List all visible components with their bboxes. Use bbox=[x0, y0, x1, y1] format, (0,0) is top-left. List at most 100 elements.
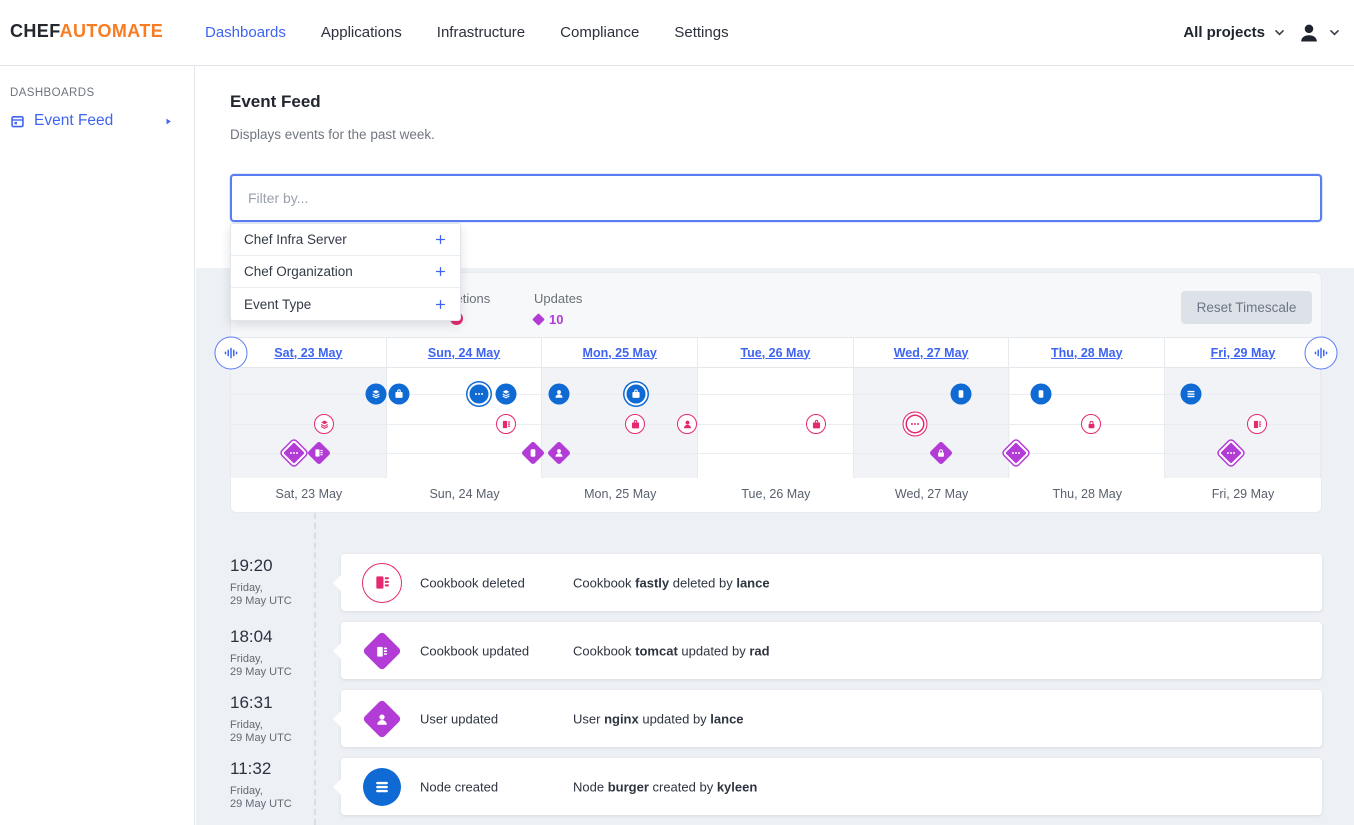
user-avatar-icon[interactable] bbox=[1298, 22, 1320, 44]
page-subtitle: Displays events for the past week. bbox=[230, 127, 435, 142]
event-card-node-created[interactable]: Node created Node burger created by kyle… bbox=[341, 758, 1322, 815]
timeline-scroll-left-button[interactable] bbox=[215, 337, 248, 370]
node-created-icon bbox=[362, 767, 402, 807]
timeline-marker-layers[interactable] bbox=[496, 384, 517, 405]
sidebar: DASHBOARDS Event Feed bbox=[0, 66, 195, 825]
grid-column-sat bbox=[231, 368, 387, 478]
dropdown-item-label: Chef Infra Server bbox=[244, 232, 347, 247]
event-card-user-updated[interactable]: User updated User nginx updated by lance bbox=[341, 690, 1322, 747]
timeline-marker-bag[interactable] bbox=[625, 383, 648, 406]
filter-bar bbox=[230, 174, 1322, 222]
nav-settings[interactable]: Settings bbox=[674, 24, 728, 41]
timeline-marker-layers[interactable] bbox=[366, 384, 387, 405]
timeline-marker-node[interactable] bbox=[951, 384, 972, 405]
plus-icon bbox=[434, 265, 447, 278]
chef-automate-logo[interactable]: CHEFAUTOMATE bbox=[10, 21, 163, 42]
user-updated-icon bbox=[362, 699, 402, 739]
day-header-tue[interactable]: Tue, 26 May bbox=[698, 338, 854, 367]
event-card-cookbook-deleted[interactable]: Cookbook deleted Cookbook fastly deleted… bbox=[341, 554, 1322, 611]
event-date: Friday,29 May UTC bbox=[230, 653, 314, 679]
event-description: Cookbook tomcat updated by rad bbox=[573, 643, 770, 658]
timeline-marker-user[interactable] bbox=[549, 384, 570, 405]
filter-input[interactable] bbox=[232, 176, 1320, 220]
cookbook-deleted-icon bbox=[362, 563, 402, 603]
nav-dashboards[interactable]: Dashboards bbox=[205, 24, 286, 41]
event-date: Friday,29 May UTC bbox=[230, 785, 314, 811]
axis-label-fri: Fri, 29 May bbox=[1165, 478, 1321, 512]
sidebar-item-label: Event Feed bbox=[34, 112, 113, 130]
event-description: Node burger created by kyleen bbox=[573, 779, 757, 794]
calendar-icon bbox=[10, 114, 25, 129]
timeline-marker-lock[interactable] bbox=[1081, 414, 1101, 434]
axis-label-sat: Sat, 23 May bbox=[231, 478, 387, 512]
day-header-sat[interactable]: Sat, 23 May bbox=[231, 338, 387, 367]
updates-count: 10 bbox=[534, 312, 582, 327]
day-header-wed[interactable]: Wed, 27 May bbox=[854, 338, 1010, 367]
plus-icon bbox=[434, 298, 447, 311]
timeline-marker-list[interactable] bbox=[1181, 384, 1202, 405]
timeline-marker-node[interactable] bbox=[1031, 384, 1052, 405]
logo-automate: AUTOMATE bbox=[60, 21, 164, 41]
axis-label-mon: Mon, 25 May bbox=[542, 478, 698, 512]
top-nav-bar: CHEFAUTOMATE Dashboards Applications Inf… bbox=[0, 0, 1354, 66]
timeline-marker-book[interactable] bbox=[1247, 414, 1267, 434]
gridline-updated-row bbox=[231, 453, 1321, 454]
updates-diamond-icon bbox=[532, 313, 545, 326]
event-time: 11:32 bbox=[230, 759, 314, 779]
grid-column-wed bbox=[854, 368, 1010, 478]
event-description: User nginx updated by lance bbox=[573, 711, 744, 726]
dropdown-item-chef-infra-server[interactable]: Chef Infra Server bbox=[231, 224, 460, 256]
chevron-down-icon[interactable] bbox=[1272, 25, 1287, 40]
timeline-axis: Sat, 23 May Sun, 24 May Mon, 25 May Tue,… bbox=[231, 478, 1321, 512]
timeline-marker-bag[interactable] bbox=[389, 384, 410, 405]
updates-count-value: 10 bbox=[549, 312, 563, 327]
timeline-marker-bag[interactable] bbox=[806, 414, 826, 434]
axis-label-wed: Wed, 27 May bbox=[854, 478, 1010, 512]
day-header-sun[interactable]: Sun, 24 May bbox=[387, 338, 543, 367]
timeline-marker-dots[interactable] bbox=[468, 383, 491, 406]
day-header-thu[interactable]: Thu, 28 May bbox=[1009, 338, 1165, 367]
timeline-marker-bag[interactable] bbox=[625, 414, 645, 434]
timeline-marker-user[interactable] bbox=[677, 414, 697, 434]
event-description: Cookbook fastly deleted by lance bbox=[573, 575, 770, 590]
day-header-fri[interactable]: Fri, 29 May bbox=[1165, 338, 1321, 367]
nav-compliance[interactable]: Compliance bbox=[560, 24, 639, 41]
expand-arrow-icon[interactable] bbox=[164, 117, 173, 126]
day-header-mon[interactable]: Mon, 25 May bbox=[542, 338, 698, 367]
timeline-marker-dots[interactable] bbox=[903, 412, 928, 437]
user-menu-chevron-icon[interactable] bbox=[1327, 25, 1342, 40]
event-card-cookbook-updated[interactable]: Cookbook updated Cookbook tomcat updated… bbox=[341, 622, 1322, 679]
dropdown-item-label: Chef Organization bbox=[244, 264, 353, 279]
timeline-day-header: Sat, 23 May Sun, 24 May Mon, 25 May Tue,… bbox=[231, 337, 1321, 368]
event-time: 18:04 bbox=[230, 627, 314, 647]
reset-timescale-button[interactable]: Reset Timescale bbox=[1181, 291, 1312, 324]
gridline-deleted-row bbox=[231, 424, 1321, 425]
nav-infrastructure[interactable]: Infrastructure bbox=[437, 24, 525, 41]
event-type-label: User updated bbox=[420, 711, 498, 726]
axis-label-thu: Thu, 28 May bbox=[1009, 478, 1165, 512]
timeline-marker-book[interactable] bbox=[496, 414, 516, 434]
projects-filter-button[interactable]: All projects bbox=[1183, 24, 1265, 41]
logo-chef: CHEF bbox=[10, 21, 60, 41]
timeline-scroll-right-button[interactable] bbox=[1305, 337, 1338, 370]
event-time: 19:20 bbox=[230, 556, 314, 576]
timeline-marker-layers[interactable] bbox=[314, 414, 334, 434]
filter-dropdown: Chef Infra Server Chef Organization Even… bbox=[230, 223, 461, 321]
nav-applications[interactable]: Applications bbox=[321, 24, 402, 41]
event-type-label: Cookbook updated bbox=[420, 643, 529, 658]
plus-icon bbox=[434, 233, 447, 246]
dropdown-item-chef-organization[interactable]: Chef Organization bbox=[231, 256, 460, 288]
event-timestamp: 11:32 Friday,29 May UTC bbox=[230, 759, 314, 811]
cookbook-updated-icon bbox=[362, 631, 402, 671]
dropdown-item-label: Event Type bbox=[244, 297, 311, 312]
stat-updates: Updates 10 bbox=[534, 291, 582, 327]
event-date: Friday,29 May UTC bbox=[230, 719, 314, 745]
event-timestamp: 16:31 Friday,29 May UTC bbox=[230, 693, 314, 745]
axis-label-tue: Tue, 26 May bbox=[698, 478, 854, 512]
primary-nav: Dashboards Applications Infrastructure C… bbox=[205, 0, 729, 65]
dropdown-item-event-type[interactable]: Event Type bbox=[231, 288, 460, 320]
event-time: 16:31 bbox=[230, 693, 314, 713]
event-type-label: Cookbook deleted bbox=[420, 575, 525, 590]
sidebar-item-event-feed[interactable]: Event Feed bbox=[10, 112, 183, 130]
event-timestamp: 18:04 Friday,29 May UTC bbox=[230, 627, 314, 679]
